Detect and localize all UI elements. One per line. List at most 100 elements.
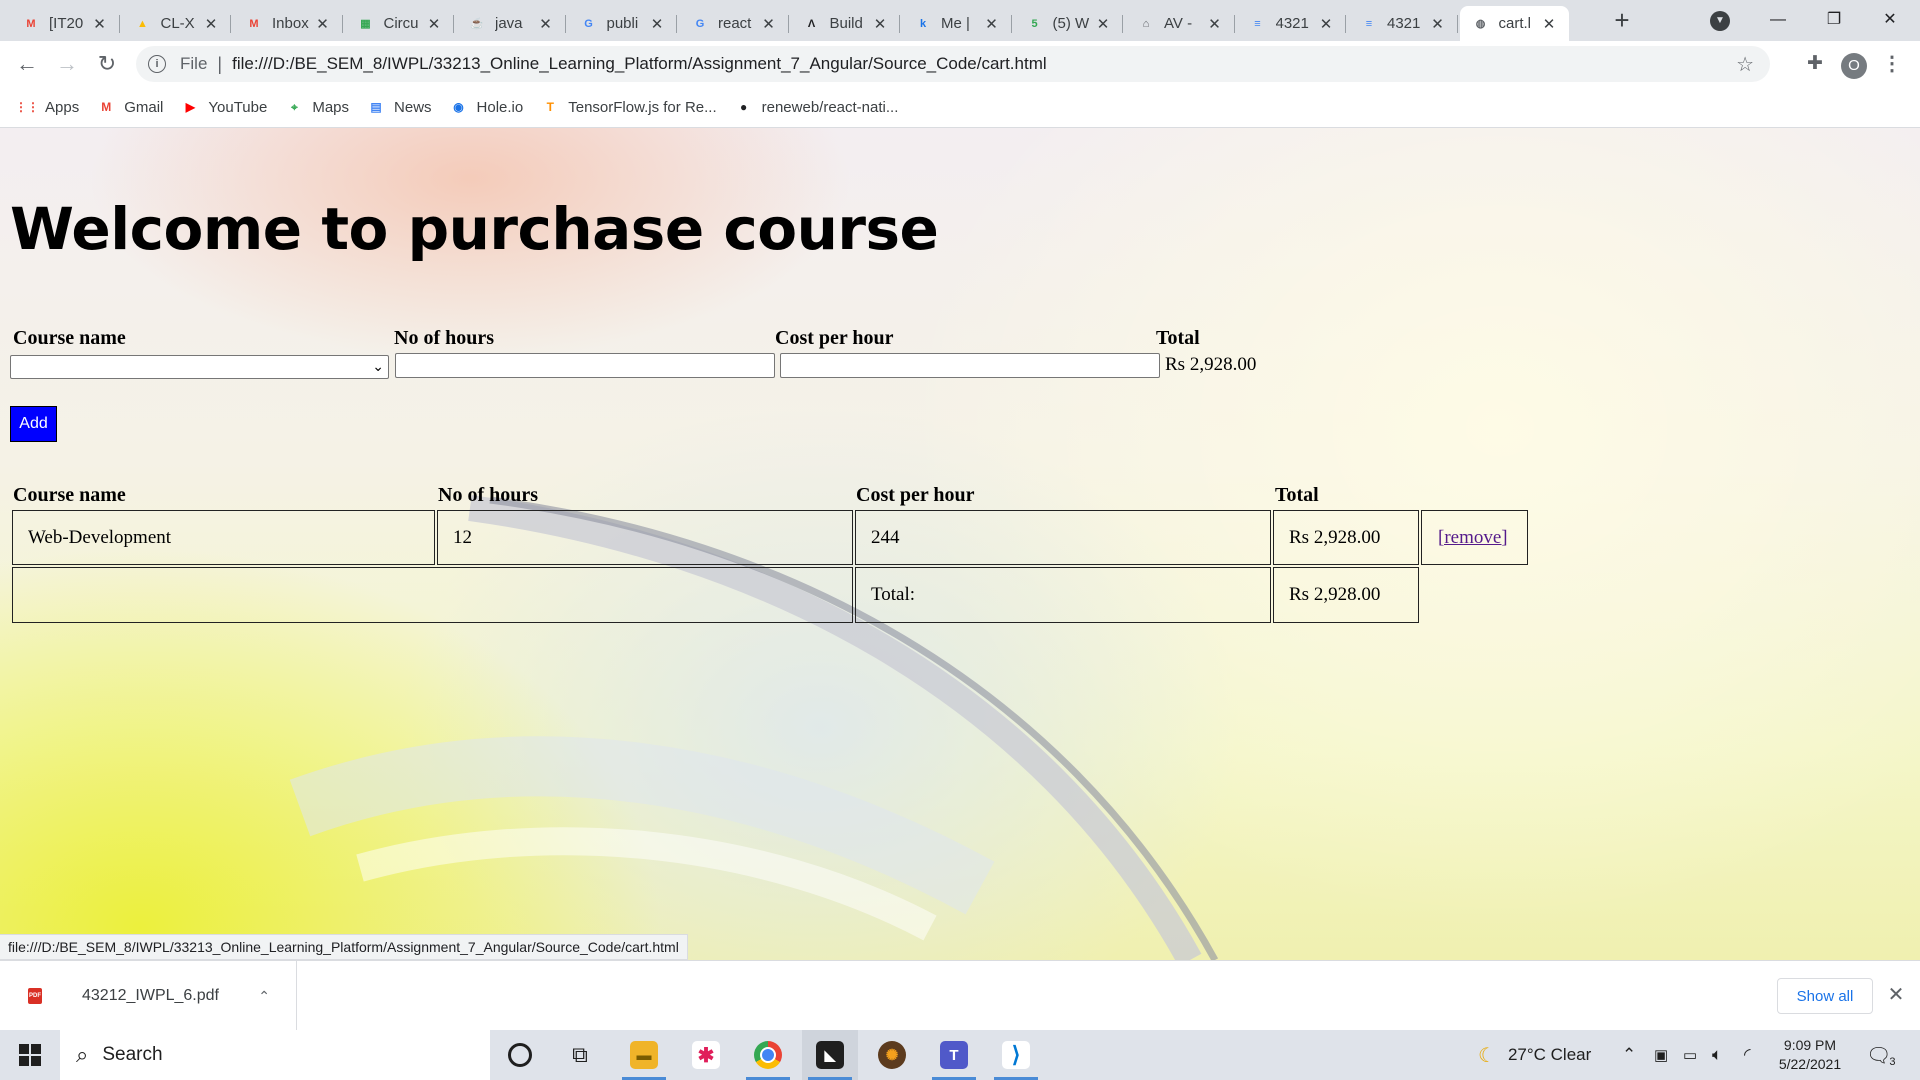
tab-title: AV - — [1164, 15, 1193, 32]
tab-title: java — [495, 15, 523, 32]
weather-widget[interactable]: ☾ 27°C Clear — [1478, 1030, 1591, 1080]
browser-menu-icon[interactable]: ⋮ — [1880, 49, 1904, 79]
wifi-icon[interactable]: ◜ — [1744, 1030, 1751, 1080]
tab-separator — [230, 15, 231, 33]
tab-5[interactable]: Gpubli ✕ — [568, 6, 677, 41]
back-icon[interactable]: ← — [11, 49, 43, 81]
show-hidden-icons-icon[interactable]: ⌃ — [1622, 1030, 1636, 1080]
bookmark-item[interactable]: ⌖ Maps — [285, 99, 349, 116]
tab-3[interactable]: ▦ Circu ✕ — [345, 6, 454, 41]
address-bar[interactable]: i File | file:///D:/BE_SEM_8/IWPL/33213_… — [136, 46, 1770, 82]
weather-text: 27°C Clear — [1507, 1045, 1592, 1064]
hours-input[interactable] — [395, 353, 775, 378]
tab-4[interactable]: ☕ java ✕ — [456, 6, 566, 41]
tab-11[interactable]: ≡ 4321 ✕ — [1237, 6, 1346, 41]
notification-center-icon[interactable]: 🗨︎ 3 — [1866, 1030, 1896, 1080]
table-footer-empty — [12, 567, 853, 623]
taskbar-search[interactable]: ⌕ Search — [60, 1030, 490, 1080]
bookmark-label: reneweb/react-nati... — [761, 98, 899, 116]
start-button[interactable] — [0, 1030, 60, 1080]
tab-close-icon[interactable]: ✕ — [870, 15, 890, 33]
bug-app-icon[interactable]: ✺ — [864, 1030, 920, 1080]
taskbar-clock[interactable]: 9:09 PM 5/22/2021 — [1770, 1036, 1850, 1074]
cost-per-hour-input[interactable] — [780, 353, 1160, 378]
battery-icon[interactable]: ▭ — [1683, 1030, 1697, 1080]
restore-button[interactable]: ❐ — [1806, 0, 1862, 41]
tab-separator — [1456, 15, 1458, 33]
tab-7[interactable]: Λ Build ✕ — [791, 6, 900, 41]
chrome-icon[interactable] — [740, 1030, 796, 1080]
volume-icon[interactable]: 🔈︎ — [1712, 1030, 1722, 1080]
tab-0[interactable]: M [IT20 ✕ — [10, 6, 120, 41]
tab-close-icon[interactable]: ✕ — [536, 15, 556, 33]
minimize-button[interactable]: — — [1750, 0, 1806, 41]
forward-icon[interactable]: → — [51, 49, 83, 81]
close-icon[interactable]: ✕ — [1884, 983, 1908, 1007]
apps-icon: ⋮⋮ — [15, 100, 39, 114]
vscode-icon[interactable]: ⟩ — [988, 1030, 1044, 1080]
bookmark-star-icon[interactable]: ☆ — [1736, 52, 1754, 77]
close-window-button[interactable]: ✕ — [1862, 0, 1918, 41]
new-tab-button[interactable]: + — [1604, 6, 1640, 36]
av-icon: ⌂ — [1142, 17, 1150, 30]
tab-10[interactable]: ⌂ AV - ✕ — [1125, 6, 1235, 41]
tab-close-icon[interactable]: ✕ — [1428, 15, 1448, 33]
bookmark-item[interactable]: ◉ Hole.io — [450, 99, 523, 116]
remove-link[interactable]: [remove] — [1438, 527, 1508, 549]
url-text[interactable]: file:///D:/BE_SEM_8/IWPL/33213_Online_Le… — [232, 54, 1047, 74]
bookmark-item[interactable]: ▶ YouTube — [181, 99, 268, 116]
task-view-icon[interactable]: ⧉ — [552, 1030, 608, 1080]
bookmark-item[interactable]: M Gmail — [97, 99, 163, 116]
tab-9[interactable]: 5 (5) W ✕ — [1014, 6, 1123, 41]
bookmark-item[interactable]: ⋮⋮ Apps — [15, 99, 79, 116]
tab-6[interactable]: Greact ✕ — [679, 6, 789, 41]
tab-close-icon[interactable]: ✕ — [1093, 15, 1113, 33]
tab-13[interactable]: ◍ cart.l ✕ — [1459, 6, 1569, 41]
teams-icon[interactable]: T — [926, 1030, 982, 1080]
tab-12[interactable]: ≡ 4321 ✕ — [1348, 6, 1458, 41]
row-total-value: Rs 2,928.00 — [1289, 526, 1381, 548]
clock-date: 5/22/2021 — [1778, 1056, 1842, 1072]
bookmark-item[interactable]: T TensorFlow.js for Re... — [541, 99, 717, 116]
bookmark-label: News — [394, 98, 432, 116]
tab-close-icon[interactable]: ✕ — [647, 15, 667, 33]
java-icon: ☕ — [470, 18, 484, 30]
chevron-up-icon[interactable]: ⌃ — [258, 988, 270, 1005]
slack-icon[interactable]: ✱ — [678, 1030, 734, 1080]
cortana-icon[interactable] — [492, 1030, 548, 1080]
tab-1[interactable]: ▲ CL-X ✕ — [122, 6, 231, 41]
download-item[interactable]: PDF 43212_IWPL_6.pdf ⌃ — [0, 961, 297, 1031]
tab-close-icon[interactable]: ✕ — [1316, 15, 1336, 33]
tab-8[interactable]: k Me | ✕ — [902, 6, 1012, 41]
extensions-icon[interactable]: ✚ — [1800, 49, 1830, 79]
taskbar-search-placeholder: Search — [102, 1044, 163, 1065]
tab-close-icon[interactable]: ✕ — [1205, 15, 1225, 33]
tab-2[interactable]: M Inbox ✕ — [233, 6, 343, 41]
tab-close-icon[interactable]: ✕ — [982, 15, 1002, 33]
whatsapp-icon: 5 — [1031, 17, 1038, 30]
bookmark-item[interactable]: ▤ News — [367, 98, 432, 116]
footer-total-label: Total: — [871, 584, 916, 605]
tab-close-icon[interactable]: ✕ — [424, 15, 444, 33]
tab-close-icon[interactable]: ✕ — [90, 15, 110, 33]
course-select[interactable]: ⌄ — [10, 355, 389, 379]
tab-close-icon[interactable]: ✕ — [1539, 15, 1559, 33]
chevron-down-icon: ⌄ — [372, 358, 384, 374]
tab-close-icon[interactable]: ✕ — [201, 15, 221, 33]
table-header-hours: No of hours — [438, 484, 539, 506]
file-explorer-icon[interactable]: ▬ — [616, 1030, 672, 1080]
bookmark-item[interactable]: ● reneweb/react-nati... — [735, 98, 899, 116]
reload-icon[interactable]: ↻ — [91, 49, 123, 81]
profile-avatar[interactable]: O — [1841, 53, 1867, 79]
site-info-icon[interactable]: i — [148, 55, 166, 73]
meet-now-icon[interactable]: ▣ — [1654, 1030, 1668, 1080]
docs-icon: ≡ — [1365, 17, 1373, 30]
tab-close-icon[interactable]: ✕ — [759, 15, 779, 33]
show-all-button[interactable]: Show all — [1777, 978, 1873, 1014]
add-button[interactable]: Add — [10, 406, 57, 442]
tab-close-icon[interactable]: ✕ — [313, 15, 333, 33]
tab-search-icon[interactable]: ▼ — [1710, 11, 1730, 31]
game-app-icon[interactable]: ◣ — [802, 1030, 858, 1080]
github-icon: ● — [740, 100, 748, 114]
browser-toolbar: ← → ↻ i File | file:///D:/BE_SEM_8/IWPL/… — [0, 41, 1920, 87]
